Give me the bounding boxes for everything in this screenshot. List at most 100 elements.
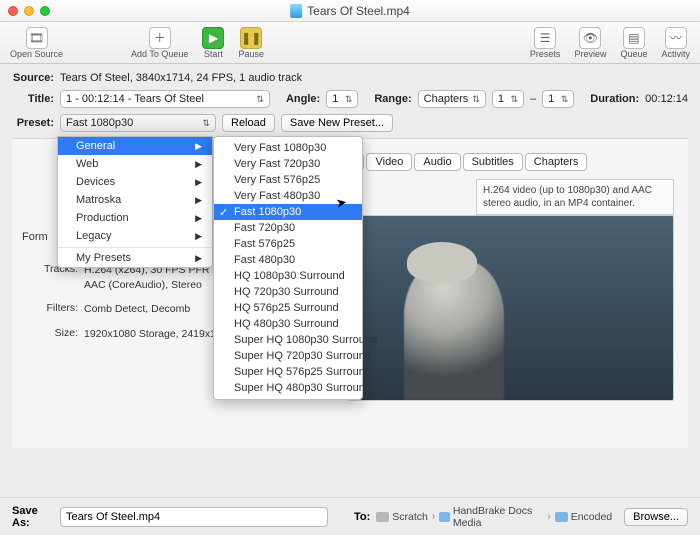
destination-path: Scratch › HandBrake Docs Media › Encoded (376, 505, 612, 529)
zoom-window-button[interactable] (40, 6, 50, 16)
chevron-updown-icon: ⇅ (256, 94, 264, 105)
preset-label: Preset: (12, 117, 54, 129)
angle-label: Angle: (286, 93, 320, 105)
pause-icon: ❚❚ (240, 27, 262, 49)
preset-option[interactable]: HQ 480p30 Surround (214, 316, 362, 332)
close-window-button[interactable] (8, 6, 18, 16)
reload-button[interactable]: Reload (222, 114, 275, 132)
pause-button[interactable]: ❚❚ Pause (238, 27, 264, 59)
preset-description: H.264 video (up to 1080p30) and AAC ster… (476, 179, 674, 215)
chevron-updown-icon: ⇅ (345, 94, 353, 105)
window-titlebar: Tears Of Steel.mp4 (0, 0, 700, 22)
preset-select[interactable]: Fast 1080p30⇅ (60, 114, 216, 132)
chevron-right-icon: ▶ (195, 213, 202, 224)
presets-button[interactable]: ☰ Presets (530, 27, 561, 59)
chevron-right-icon: ▶ (195, 231, 202, 242)
save-as-label: Save As: (12, 505, 54, 529)
range-separator: – (530, 93, 536, 105)
preset-categories-menu[interactable]: General▶Web▶Devices▶Matroska▶Production▶… (57, 136, 213, 268)
chevron-updown-icon: ⇅ (561, 94, 569, 105)
chevron-right-icon: ▶ (195, 195, 202, 206)
preset-category-production[interactable]: Production▶ (58, 209, 212, 227)
chevron-right-icon: ▶ (195, 253, 202, 264)
chevron-right-icon: › (432, 511, 435, 522)
preset-option[interactable]: Super HQ 480p30 Surround (214, 380, 362, 396)
path-segment[interactable]: HandBrake Docs Media (439, 505, 543, 529)
preset-category-legacy[interactable]: Legacy▶ (58, 227, 212, 245)
preset-option[interactable]: Very Fast 720p30 (214, 156, 362, 172)
start-button[interactable]: ▶ Start (202, 27, 224, 59)
toolbar: 🎞 Open Source ＋ Add To Queue ▶ Start ❚❚ … (0, 22, 700, 64)
stack-icon: ▤ (623, 27, 645, 49)
filters-value: Comb Detect, Decomb (84, 302, 190, 317)
save-new-preset-button[interactable]: Save New Preset... (281, 114, 393, 132)
tab-audio[interactable]: Audio (414, 153, 460, 171)
folder-icon (555, 512, 568, 522)
angle-select[interactable]: 1⇅ (326, 90, 358, 108)
play-icon: ▶ (202, 27, 224, 49)
preview-button[interactable]: 👁 Preview (574, 27, 606, 59)
size-label: Size: (32, 327, 78, 342)
chevron-right-icon: › (547, 511, 550, 522)
duration-label: Duration: (590, 93, 639, 105)
preset-category-devices[interactable]: Devices▶ (58, 173, 212, 191)
source-value: Tears Of Steel, 3840x1714, 24 FPS, 1 aud… (60, 72, 302, 84)
chevron-updown-icon: ⇅ (510, 94, 518, 105)
path-segment[interactable]: Encoded (555, 511, 612, 523)
tab-video[interactable]: Video (366, 153, 412, 171)
preset-general-submenu[interactable]: Very Fast 1080p30Very Fast 720p30Very Fa… (213, 136, 363, 400)
preset-option[interactable]: Super HQ 576p25 Surround (214, 364, 362, 380)
range-type-select[interactable]: Chapters⇅ (418, 90, 486, 108)
tab-subtitles[interactable]: Subtitles (463, 153, 523, 171)
range-to-select[interactable]: 1⇅ (542, 90, 574, 108)
source-label: Source: (12, 72, 54, 84)
video-preview[interactable] (348, 215, 674, 401)
preset-option[interactable]: HQ 1080p30 Surround (214, 268, 362, 284)
preset-option[interactable]: HQ 576p25 Surround (214, 300, 362, 316)
duration-value: 00:12:14 (645, 93, 688, 105)
title-label: Title: (12, 93, 54, 105)
preset-option[interactable]: Very Fast 1080p30 (214, 140, 362, 156)
to-label: To: (354, 511, 370, 523)
window-controls (8, 6, 50, 16)
plus-icon: ＋ (149, 27, 171, 49)
activity-icon: 〰 (665, 27, 687, 49)
save-as-input[interactable] (60, 507, 328, 527)
preset-option[interactable]: Fast 720p30 (214, 220, 362, 236)
preset-option[interactable]: Super HQ 1080p30 Surround (214, 332, 362, 348)
activity-button[interactable]: 〰 Activity (661, 27, 690, 59)
chevron-updown-icon: ⇅ (202, 118, 210, 129)
tab-chapters[interactable]: Chapters (525, 153, 588, 171)
preset-option[interactable]: Super HQ 720p30 Surround (214, 348, 362, 364)
add-to-queue-button[interactable]: ＋ Add To Queue (131, 27, 188, 59)
path-segment[interactable]: Scratch (376, 511, 428, 523)
film-icon: 🎞 (26, 27, 48, 49)
window-title: Tears Of Steel.mp4 (307, 4, 410, 18)
document-icon (290, 4, 302, 18)
queue-button[interactable]: ▤ Queue (620, 27, 647, 59)
preset-category-matroska[interactable]: Matroska▶ (58, 191, 212, 209)
chevron-right-icon: ▶ (195, 177, 202, 188)
folder-icon (376, 512, 389, 522)
title-select[interactable]: 1 - 00:12:14 - Tears Of Steel⇅ (60, 90, 270, 108)
browse-button[interactable]: Browse... (624, 508, 688, 526)
preset-category-web[interactable]: Web▶ (58, 155, 212, 173)
open-source-button[interactable]: 🎞 Open Source (10, 27, 63, 59)
filters-label: Filters: (32, 302, 78, 317)
preset-option[interactable]: Fast 576p25 (214, 236, 362, 252)
preset-option[interactable]: Very Fast 576p25 (214, 172, 362, 188)
chevron-right-icon: ▶ (195, 159, 202, 170)
preset-category-general[interactable]: General▶ (58, 137, 212, 155)
preset-category-my-presets[interactable]: My Presets▶ (58, 247, 212, 267)
chevron-right-icon: ▶ (195, 141, 202, 152)
minimize-window-button[interactable] (24, 6, 34, 16)
footer: Save As: To: Scratch › HandBrake Docs Medi… (0, 497, 700, 535)
chevron-updown-icon: ⇅ (472, 94, 480, 105)
range-label: Range: (374, 93, 411, 105)
preset-option[interactable]: HQ 720p30 Surround (214, 284, 362, 300)
sliders-icon: ☰ (534, 27, 556, 49)
preset-option[interactable]: Fast 480p30 (214, 252, 362, 268)
folder-icon (439, 512, 450, 522)
range-from-select[interactable]: 1⇅ (492, 90, 524, 108)
eye-icon: 👁 (579, 27, 601, 49)
